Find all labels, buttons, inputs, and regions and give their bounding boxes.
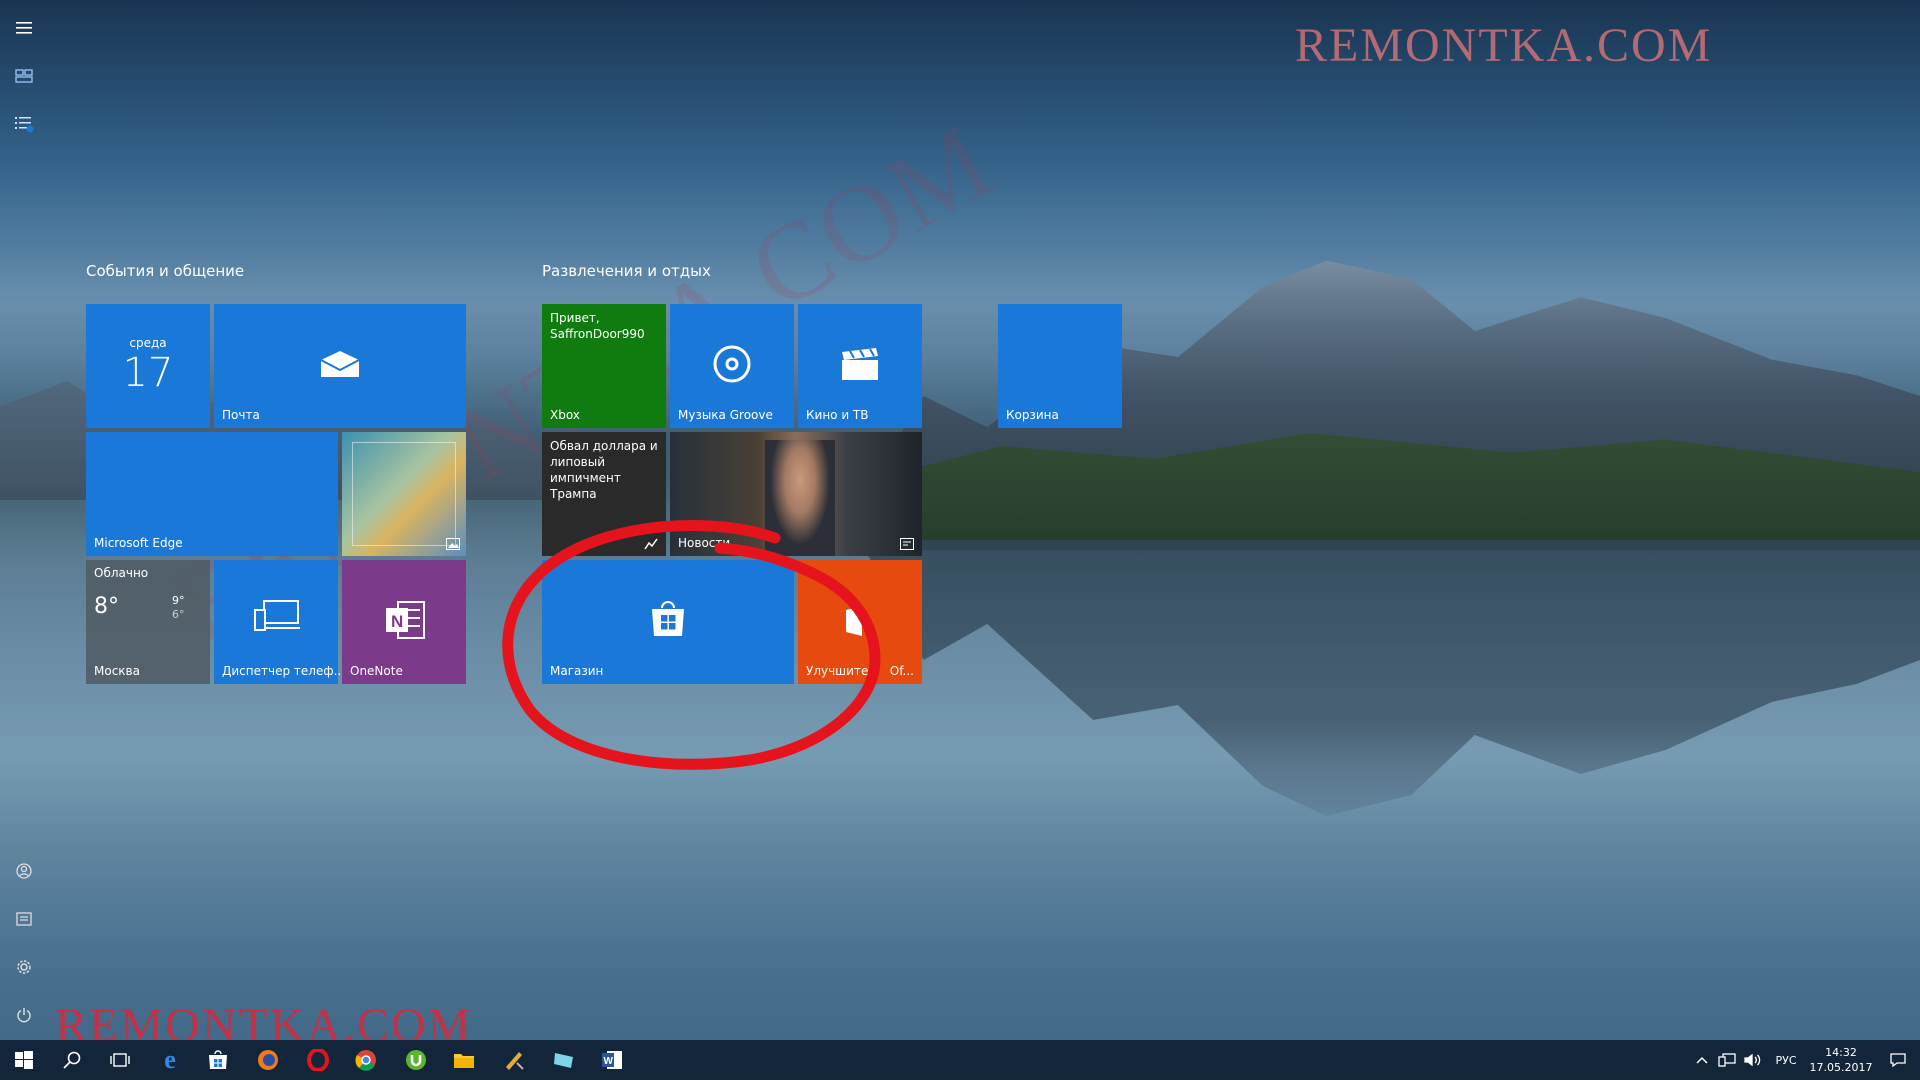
phone-companion-icon <box>254 600 300 631</box>
xbox-greeting: Привет, SaffronDoor990 <box>550 311 645 341</box>
weather-low: 6° <box>172 608 185 621</box>
tile-mail[interactable]: Почта <box>214 304 466 428</box>
taskbar: e W РУС 14:32 17.05.2017 <box>0 1040 1920 1080</box>
network-icon[interactable] <box>1714 1053 1740 1067</box>
tile-label: Корзина <box>1006 408 1059 422</box>
volume-icon[interactable] <box>1740 1053 1766 1067</box>
tile-label: Xbox <box>550 408 580 422</box>
task-view-icon[interactable] <box>96 1040 144 1080</box>
show-hidden-icons-icon[interactable] <box>1690 1056 1714 1064</box>
tile-label: Почта <box>222 408 260 422</box>
money-headline: Обвал доллара и липовый импичмент Трампа <box>550 439 658 501</box>
clock-date: 17.05.2017 <box>1809 1061 1873 1074</box>
weather-high: 9° <box>172 594 185 607</box>
search-icon[interactable] <box>48 1040 96 1080</box>
tile-photos[interactable] <box>342 432 466 556</box>
all-apps-icon[interactable] <box>8 60 40 92</box>
tile-weather[interactable]: Облачно 8° 9° 6° Москва <box>86 560 210 684</box>
tile-recycle-bin[interactable]: Корзина <box>998 304 1122 428</box>
start-left-rail <box>0 0 48 1040</box>
tile-onenote[interactable]: N OneNote <box>342 560 466 684</box>
mail-app-icon[interactable] <box>540 1040 588 1080</box>
mail-icon <box>320 351 360 377</box>
groove-icon <box>713 345 751 383</box>
svg-text:W: W <box>604 1056 614 1067</box>
highlight-circle <box>502 520 881 770</box>
tile-groove-music[interactable]: Музыка Groove <box>670 304 794 428</box>
explorer-icon[interactable] <box>440 1040 488 1080</box>
utorrent-icon[interactable] <box>392 1040 440 1080</box>
weather-temp: 8° <box>94 594 119 619</box>
documents-icon[interactable] <box>8 903 40 935</box>
tile-label: Диспетчер телеф... <box>222 664 346 678</box>
language-indicator[interactable]: РУС <box>1766 1054 1806 1067</box>
user-icon[interactable] <box>8 855 40 887</box>
chrome-icon[interactable] <box>342 1040 390 1080</box>
edge-icon[interactable]: e <box>146 1040 194 1080</box>
power-icon[interactable] <box>8 999 40 1031</box>
calendar-day: среда <box>129 336 167 350</box>
photos-icon <box>446 538 460 550</box>
tile-label: Microsoft Edge <box>94 536 183 550</box>
tile-label: OneNote <box>350 664 403 678</box>
settings-icon[interactable] <box>8 951 40 983</box>
news-icon <box>900 538 914 550</box>
store-icon[interactable] <box>194 1040 242 1080</box>
photo-thumbnail <box>352 442 456 546</box>
tile-label: Музыка Groove <box>678 408 773 422</box>
start-icon[interactable] <box>0 1040 48 1080</box>
tile-calendar[interactable]: среда 17 <box>86 304 210 428</box>
list-icon[interactable] <box>8 108 40 140</box>
tile-label: Кино и ТВ <box>806 408 869 422</box>
system-tray: РУС 14:32 17.05.2017 <box>1690 1040 1920 1080</box>
group-title-social: События и общение <box>86 262 245 280</box>
clock[interactable]: 14:32 17.05.2017 <box>1806 1045 1876 1075</box>
clapperboard-icon <box>842 348 878 380</box>
tile-phone-companion[interactable]: Диспетчер телеф... <box>214 560 345 684</box>
app-icon[interactable] <box>490 1040 538 1080</box>
group-title-entertainment: Развлечения и отдых <box>542 262 711 280</box>
svg-text:N: N <box>391 612 403 631</box>
tile-movies-tv[interactable]: Кино и ТВ <box>798 304 922 428</box>
word-icon[interactable]: W <box>588 1040 636 1080</box>
opera-icon[interactable] <box>294 1040 342 1080</box>
action-center-icon[interactable] <box>1876 1052 1920 1068</box>
clock-time: 14:32 <box>1825 1046 1857 1059</box>
menu-icon[interactable] <box>8 12 40 44</box>
weather-condition: Облачно <box>94 566 149 580</box>
onenote-icon: N <box>386 601 425 639</box>
watermark-top: REMONTKA.COM <box>1295 19 1713 72</box>
firefox-icon[interactable] <box>244 1040 292 1080</box>
weather-city: Москва <box>94 664 140 678</box>
tile-xbox[interactable]: Привет, SaffronDoor990 Xbox <box>542 304 666 428</box>
calendar-date: 17 <box>122 350 174 396</box>
tile-edge[interactable]: Microsoft Edge <box>86 432 338 556</box>
